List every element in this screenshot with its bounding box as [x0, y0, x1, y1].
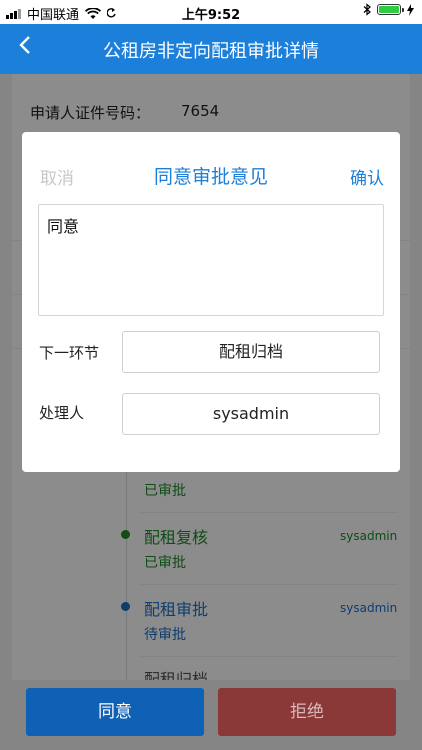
next-step-label: 下一环节 — [39, 344, 100, 362]
handler-label: 处理人 — [39, 404, 85, 422]
dialog-title: 同意审批意见 — [153, 166, 268, 188]
battery-icon — [377, 4, 404, 15]
status-bar: 中国联通 上午9:52 — [0, 0, 422, 24]
status-right — [363, 3, 414, 16]
approval-dialog: 取消 同意审批意见 确认 同意 下一环节 配租归档 处理人 sysadmin — [22, 132, 400, 472]
status-time: 上午9:52 — [181, 8, 241, 23]
next-step-select[interactable]: 配租归档 — [122, 331, 380, 373]
handler-select[interactable]: sysadmin — [122, 393, 380, 435]
nav-bar: 公租房非定向配租审批详情 — [0, 24, 422, 74]
page-title: 公租房非定向配租审批详情 — [103, 41, 319, 62]
opinion-textarea[interactable]: 同意 — [38, 204, 384, 316]
charging-icon — [407, 3, 414, 16]
reject-button[interactable]: 拒绝 — [218, 688, 396, 736]
agree-button[interactable]: 同意 — [26, 688, 204, 736]
confirm-button[interactable]: 确认 — [350, 164, 384, 189]
bluetooth-icon — [363, 3, 371, 16]
